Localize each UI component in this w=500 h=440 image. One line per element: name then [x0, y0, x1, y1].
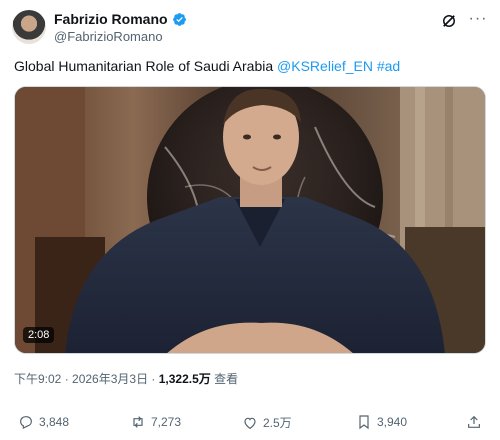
views-label: 查看: [210, 372, 239, 386]
reply-icon: [20, 416, 32, 429]
post-date[interactable]: 2026年3月3日: [72, 372, 148, 386]
share-button[interactable]: [466, 414, 482, 430]
like-count: 2.5万: [263, 416, 292, 430]
video-frame: [15, 87, 485, 353]
author-block: Fabrizio Romano @FabrizioRomano: [54, 10, 187, 46]
post-time[interactable]: 下午9:02: [14, 372, 61, 386]
heart-icon: [244, 417, 256, 429]
video-duration: 2:08: [23, 327, 55, 343]
repost-icon: [133, 416, 143, 428]
video-player[interactable]: 2:08: [14, 86, 486, 354]
share-icon: [468, 415, 480, 428]
verified-badge-icon: [172, 12, 186, 26]
view-count: 1,322.5万: [158, 372, 211, 386]
bookmark-button[interactable]: 3,940: [356, 414, 407, 430]
grok-icon[interactable]: [440, 12, 458, 30]
display-name[interactable]: Fabrizio Romano: [54, 10, 168, 28]
more-options-icon[interactable]: ···: [468, 11, 488, 30]
tweet-body: Global Humanitarian Role of Saudi Arabia: [14, 58, 274, 74]
tweet-text: Global Humanitarian Role of Saudi Arabia…: [14, 56, 400, 76]
tweet-header: Fabrizio Romano @FabrizioRomano ···: [12, 8, 488, 48]
author-handle[interactable]: @FabrizioRomano: [54, 28, 187, 46]
meta-separator-2: ·: [148, 372, 159, 386]
bookmark-icon: [359, 415, 369, 430]
action-bar: 3,848 7,273 2.5万 3,940: [14, 408, 486, 436]
bookmark-count: 3,940: [377, 415, 408, 429]
mention-link[interactable]: @KSRelief_EN: [277, 58, 373, 74]
repost-count: 7,273: [151, 415, 182, 429]
hashtag-link[interactable]: #ad: [377, 58, 400, 74]
reply-count: 3,848: [39, 415, 70, 429]
reply-button[interactable]: 3,848: [18, 414, 69, 430]
meta-separator: ·: [61, 372, 73, 386]
like-button[interactable]: 2.5万: [242, 414, 292, 431]
tweet-meta: 下午9:02 · 2026年3月3日 · 1,322.5万 查看: [14, 371, 238, 387]
repost-button[interactable]: 7,273: [130, 414, 181, 430]
avatar[interactable]: [12, 10, 46, 44]
name-row: Fabrizio Romano: [54, 10, 187, 28]
